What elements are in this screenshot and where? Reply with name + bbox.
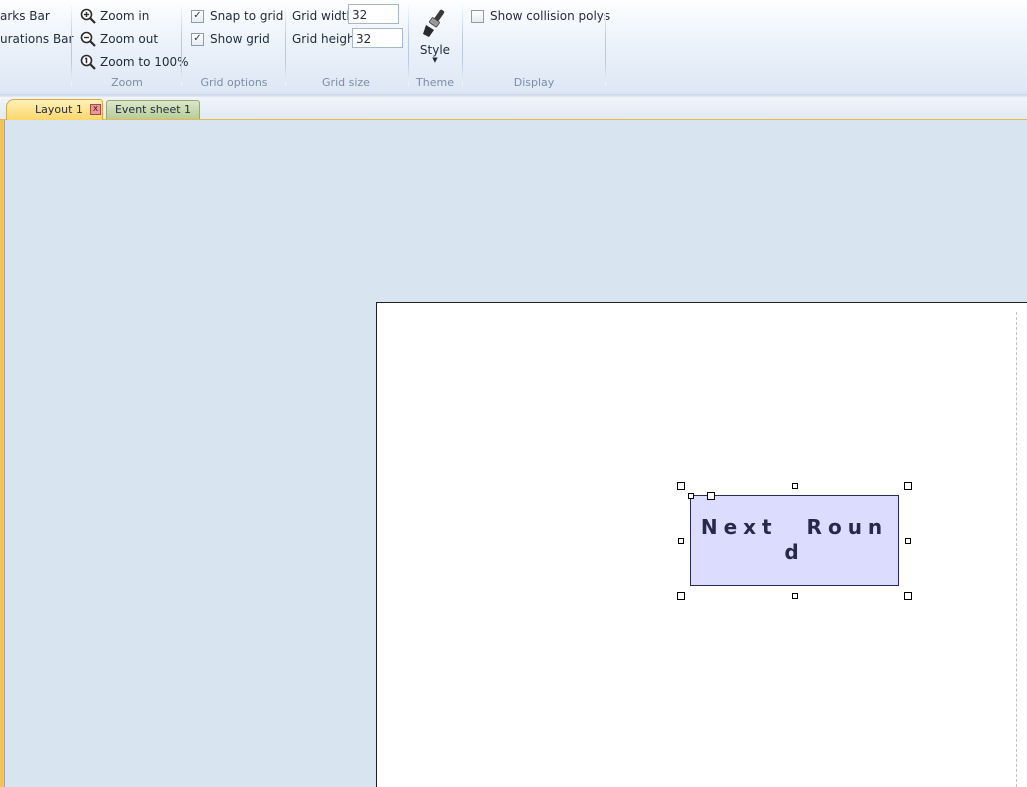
display-group-label: Display xyxy=(513,76,555,89)
show-collision-polys-checkbox[interactable]: Show collision polys xyxy=(471,9,610,23)
show-collision-polys-label: Show collision polys xyxy=(490,9,611,23)
sprite-text-line-2: d xyxy=(784,540,805,564)
show-grid-checkbox[interactable]: ✓ Show grid xyxy=(191,32,270,46)
zoom-reset-icon xyxy=(80,54,96,70)
bookmarks-bar-toggle[interactable]: arks Bar xyxy=(0,9,50,23)
zoom-out-icon xyxy=(80,31,96,47)
grid-width-input[interactable]: 32 xyxy=(348,4,399,24)
grid-height-input[interactable]: 32 xyxy=(352,28,403,48)
show-grid-check-icon: ✓ xyxy=(191,32,204,46)
style-label: Style xyxy=(419,43,451,57)
resize-handle-top-left[interactable] xyxy=(677,482,685,490)
collision-check-icon xyxy=(471,9,484,23)
snap-to-grid-checkbox[interactable]: ✓ Snap to grid xyxy=(191,9,283,23)
tab-layout-1-label: Layout 1 xyxy=(35,103,83,116)
grid-options-group-label: Grid options xyxy=(200,76,268,89)
grid-height-label: Grid height xyxy=(292,32,360,46)
workspace-left-edge xyxy=(0,120,5,787)
zoom-group-label: Zoom xyxy=(111,76,143,89)
zoom-in-label: Zoom in xyxy=(100,9,150,23)
zoom-100-button[interactable]: Zoom to 100% xyxy=(80,52,189,72)
image-point-handle[interactable] xyxy=(707,492,715,500)
grid-size-group-label: Grid size xyxy=(322,76,370,89)
zoom-in-icon xyxy=(80,8,96,24)
tab-event-sheet-1-label: Event sheet 1 xyxy=(114,103,192,116)
style-button[interactable]: Style ▼ xyxy=(418,8,452,70)
ribbon-separator xyxy=(462,6,463,86)
resize-handle-bottom-left[interactable] xyxy=(677,592,685,600)
configurations-bar-toggle[interactable]: urations Bar xyxy=(0,32,73,46)
snap-check-icon: ✓ xyxy=(191,9,204,23)
close-tab-icon[interactable]: x xyxy=(90,104,101,115)
tab-event-sheet-1[interactable]: Event sheet 1 xyxy=(106,100,200,119)
zoom-in-button[interactable]: Zoom in xyxy=(80,6,149,26)
zoom-out-label: Zoom out xyxy=(100,32,159,46)
window-boundary-guide xyxy=(1016,312,1017,787)
paintbrush-icon xyxy=(423,9,445,37)
ribbon-separator xyxy=(181,6,182,86)
resize-handle-top-right[interactable] xyxy=(904,482,912,490)
grid-width-label: Grid width xyxy=(292,9,355,23)
ribbon-separator xyxy=(408,6,409,86)
tab-layout-1[interactable]: Layout 1 x xyxy=(6,99,103,120)
next-round-text: Next Roun d xyxy=(691,515,898,565)
ribbon-separator xyxy=(71,6,72,86)
ribbon-separator xyxy=(285,6,286,86)
snap-to-grid-label: Snap to grid xyxy=(210,9,284,23)
theme-group-label: Theme xyxy=(416,76,454,89)
ribbon-separator xyxy=(605,6,606,86)
show-grid-label: Show grid xyxy=(210,32,270,46)
zoom-100-label: Zoom to 100% xyxy=(100,55,189,69)
sprite-text-line-1: Next Roun xyxy=(700,515,889,539)
origin-point-handle[interactable] xyxy=(688,493,694,499)
next-round-sprite[interactable]: Next Roun d xyxy=(690,495,899,586)
resize-handle-bottom-right[interactable] xyxy=(904,592,912,600)
dropdown-arrow-icon: ▼ xyxy=(432,56,438,64)
resize-handle-top[interactable] xyxy=(792,483,798,489)
resize-handle-bottom[interactable] xyxy=(792,593,798,599)
zoom-out-button[interactable]: Zoom out xyxy=(80,29,158,49)
resize-handle-right[interactable] xyxy=(905,538,911,544)
resize-handle-left[interactable] xyxy=(678,538,684,544)
